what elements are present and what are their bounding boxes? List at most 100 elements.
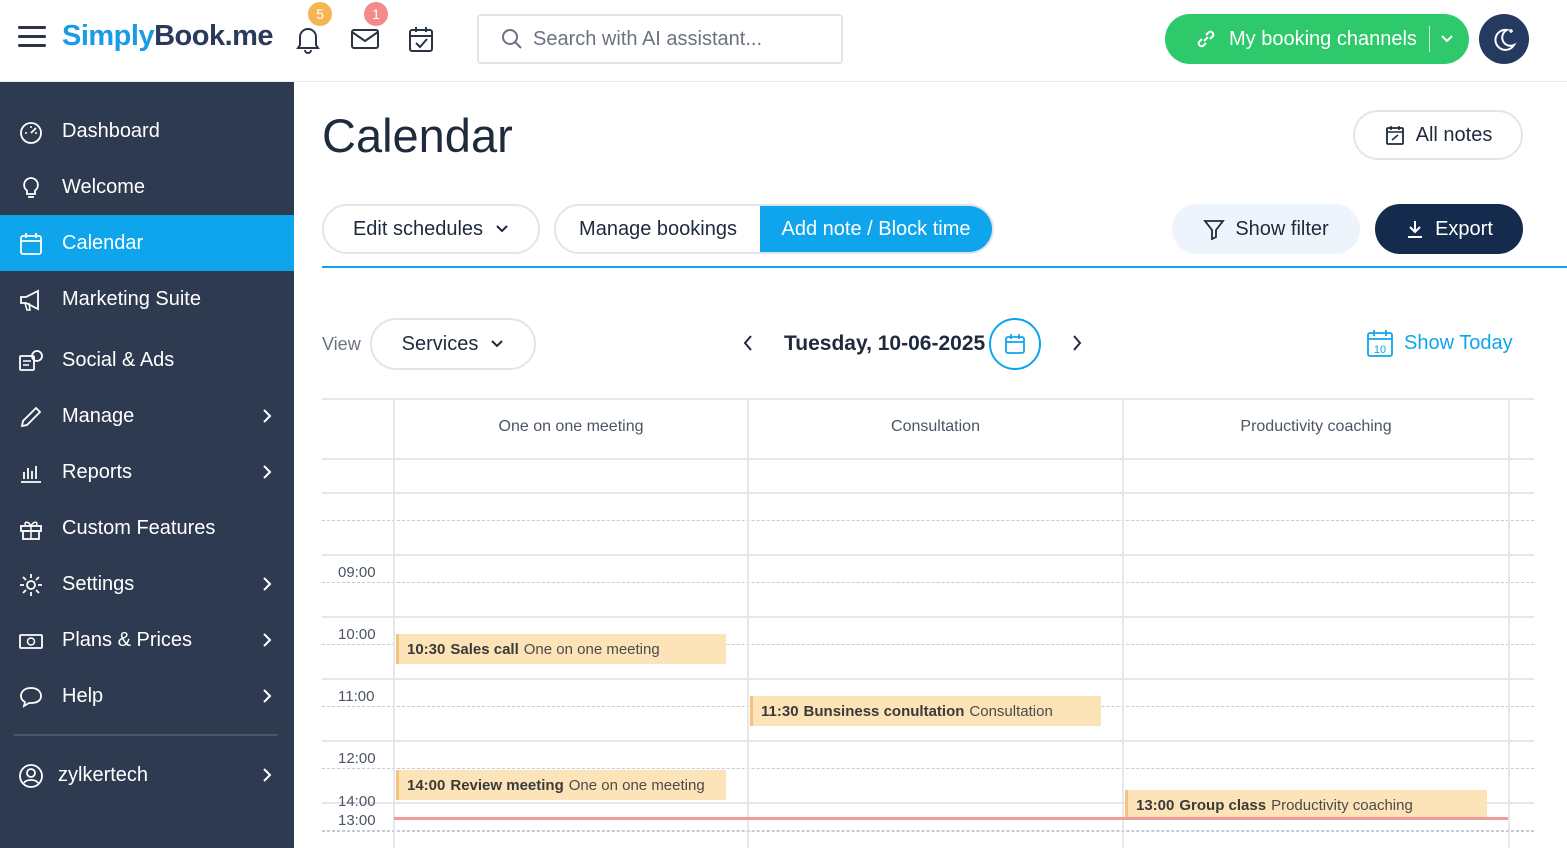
chevron-right-icon	[263, 633, 272, 647]
sidebar-item-welcome[interactable]: Welcome	[0, 159, 294, 215]
show-today-button[interactable]: 10 Show Today	[1366, 328, 1513, 358]
dashboard-icon	[20, 122, 42, 144]
view-label: View	[322, 334, 361, 354]
next-day-arrow-icon[interactable]	[1067, 332, 1087, 354]
chevron-down-icon	[491, 340, 504, 348]
booking-event[interactable]: 13:00 Group class Productivity coaching	[1125, 790, 1487, 820]
chevron-down-icon	[496, 225, 508, 233]
grid-line	[322, 768, 1534, 769]
column-header-one-on-one-meeting: One on one meeting	[498, 418, 644, 435]
grid-line	[322, 554, 1534, 556]
sidebar-item-dashboard[interactable]: Dashboard	[0, 103, 294, 159]
chevron-right-icon	[263, 409, 272, 423]
search-input[interactable]	[533, 27, 823, 51]
booking-action-tabs: Manage bookings Add note / Block time	[554, 204, 994, 254]
hamburger-menu-icon[interactable]	[18, 26, 46, 50]
today-calendar-icon: 10	[1367, 330, 1393, 357]
dark-mode-toggle[interactable]	[1479, 14, 1529, 64]
sidebar-item-label: Custom Features	[62, 516, 216, 539]
sidebar-item-calendar[interactable]: Calendar	[0, 215, 294, 271]
time-label: 13:00	[338, 812, 376, 829]
grid-line	[322, 582, 1534, 583]
all-notes-button[interactable]: All notes	[1353, 110, 1523, 160]
chevron-right-icon	[263, 465, 272, 479]
edit-schedules-dropdown[interactable]: Edit schedules	[322, 204, 540, 254]
my-booking-channels-button[interactable]: My booking channels	[1165, 14, 1469, 64]
sidebar-item-reports[interactable]: Reports	[0, 444, 294, 500]
grid-line	[322, 520, 1534, 521]
tab-manage-bookings[interactable]: Manage bookings	[556, 206, 760, 252]
show-filter-button[interactable]: Show filter	[1172, 204, 1360, 254]
sidebar-user-account[interactable]: zylkertech	[0, 747, 294, 803]
view-select-dropdown[interactable]: Services	[370, 318, 536, 370]
tab-add-note-block-time[interactable]: Add note / Block time	[760, 206, 992, 252]
current-time-indicator	[394, 817, 1508, 820]
sidebar-item-label: Welcome	[62, 175, 145, 198]
social-ads-icon	[19, 350, 43, 371]
sidebar-divider	[14, 734, 278, 736]
export-button[interactable]: Export	[1375, 204, 1523, 254]
column-header-consultation: Consultation	[891, 418, 980, 435]
money-icon	[19, 634, 43, 649]
calendar-icon	[1005, 334, 1025, 354]
grid-line	[322, 740, 1534, 742]
time-label: 14:00	[338, 793, 376, 810]
booking-event[interactable]: 14:00 Review meeting One on one meeting	[396, 770, 726, 800]
chevron-down-icon[interactable]	[1440, 34, 1454, 44]
sidebar-item-manage[interactable]: Manage	[0, 388, 294, 444]
download-icon	[1408, 221, 1423, 238]
sidebar-item-settings[interactable]: Settings	[0, 556, 294, 612]
sidebar-item-help[interactable]: Help	[0, 668, 294, 724]
notes-calendar-icon	[1385, 126, 1404, 145]
column-header-productivity-coaching: Productivity coaching	[1240, 418, 1392, 435]
gear-icon	[20, 574, 42, 596]
time-label: 10:00	[338, 626, 376, 643]
booking-event[interactable]: 11:30 Bunsiness conultation Consultation	[750, 696, 1101, 726]
notifications-bell-icon[interactable]: 5	[294, 2, 332, 54]
date-picker-button[interactable]	[989, 318, 1041, 370]
chevron-right-icon	[263, 689, 272, 703]
calendar-icon	[20, 233, 42, 255]
grid-column-line	[393, 398, 395, 848]
current-date-label: Tuesday, 10-06-2025	[784, 332, 986, 355]
megaphone-icon	[20, 289, 39, 311]
logo[interactable]: SimplyBook.me	[62, 20, 274, 53]
gift-icon	[20, 521, 42, 540]
search-box	[477, 14, 843, 64]
tabs-underline	[322, 266, 1567, 268]
user-icon	[19, 764, 43, 788]
grid-line	[322, 398, 1534, 400]
sidebar-item-social-ads[interactable]: Social & Ads	[0, 332, 294, 388]
sidebar-item-label: Plans & Prices	[62, 628, 193, 651]
user-name: zylkertech	[58, 763, 149, 786]
grid-column-line	[1122, 398, 1124, 848]
chevron-right-icon	[263, 768, 272, 782]
notifications-badge: 5	[308, 2, 332, 26]
grid-line	[322, 458, 1534, 460]
time-label: 12:00	[338, 750, 376, 767]
page-title: Calendar	[322, 109, 513, 162]
chat-bubble-icon	[20, 687, 42, 708]
grid-line	[322, 831, 1534, 832]
sidebar-item-plans-prices[interactable]: Plans & Prices	[0, 612, 294, 668]
booking-channels-label: My booking channels	[1229, 27, 1417, 50]
previous-day-arrow-icon[interactable]	[738, 332, 758, 354]
grid-line	[322, 678, 1534, 680]
grid-line	[322, 492, 1534, 494]
pencil-icon	[20, 406, 42, 428]
calendar-check-icon[interactable]	[406, 24, 436, 54]
bar-chart-icon	[21, 466, 41, 483]
chevron-right-icon	[263, 577, 272, 591]
top-bar: SimplyBook.me 5 1 My booking channels	[0, 0, 1567, 82]
messages-envelope-icon[interactable]: 1	[350, 2, 388, 54]
link-icon	[1197, 30, 1215, 48]
grid-column-line	[1508, 398, 1510, 848]
time-label: 09:00	[338, 564, 376, 581]
sidebar-item-label: Manage	[62, 404, 135, 427]
sidebar-item-label: Calendar	[62, 231, 144, 254]
lightbulb-icon	[23, 177, 39, 198]
sidebar-item-marketing-suite[interactable]: Marketing Suite	[0, 271, 294, 327]
sidebar-item-label: Dashboard	[62, 119, 160, 142]
booking-event[interactable]: 10:30 Sales call One on one meeting	[396, 634, 726, 664]
sidebar-item-custom-features[interactable]: Custom Features	[0, 500, 294, 556]
